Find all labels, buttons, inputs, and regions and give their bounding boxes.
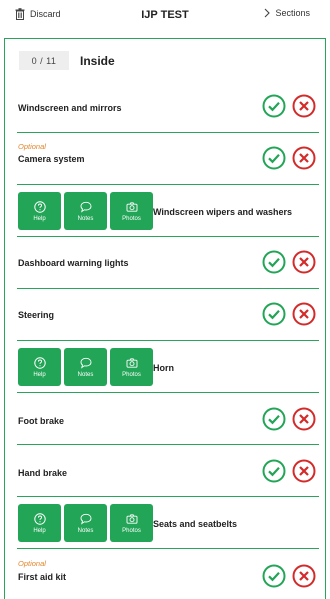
fail-x-icon[interactable] (292, 94, 316, 118)
photos-button[interactable]: Photos (110, 504, 153, 542)
camera-icon (126, 357, 137, 368)
pass-check-icon[interactable] (262, 407, 286, 431)
notes-label: Notes (77, 371, 94, 378)
speech-bubble-icon (80, 513, 91, 525)
pass-check-icon[interactable] (262, 564, 286, 588)
notes-button[interactable]: Notes (64, 348, 107, 386)
fail-x-icon[interactable] (292, 459, 316, 483)
photos-label: Photos (122, 371, 141, 378)
checklist-item: Optional Camera system (5, 133, 327, 185)
item-label: Foot brake (18, 416, 65, 426)
item-label: Steering (18, 310, 55, 320)
help-label: Help (33, 371, 46, 378)
camera-icon (126, 201, 137, 212)
chevron-right-icon (265, 8, 271, 18)
checklist-item: Optional First aid kit (5, 549, 327, 599)
item-label: Horn (153, 363, 174, 373)
item-label: Windscreen wipers and washers (153, 207, 292, 217)
notes-label: Notes (77, 215, 94, 222)
pass-check-icon[interactable] (262, 459, 286, 483)
question-circle-icon (33, 200, 46, 213)
item-label: Windscreen and mirrors (18, 103, 122, 113)
sections-button[interactable]: Sections (264, 8, 310, 18)
question-circle-icon (33, 356, 46, 369)
top-bar: Discard IJP TEST Sections (0, 0, 330, 32)
checklist-item-expanded: Help Notes Photos Windscreen wipers and … (5, 185, 327, 237)
help-button[interactable]: Help (18, 348, 61, 386)
progress-counter: 0 / 11 (19, 51, 69, 70)
pass-check-icon[interactable] (262, 94, 286, 118)
photos-label: Photos (122, 215, 141, 222)
pass-check-icon[interactable] (262, 250, 286, 274)
speech-bubble-icon (80, 357, 91, 369)
section-header: 0 / 11 Inside (19, 51, 115, 70)
notes-button[interactable]: Notes (64, 192, 107, 230)
sections-label: Sections (275, 8, 310, 18)
item-label: Hand brake (18, 468, 68, 478)
trash-icon (15, 8, 25, 20)
fail-x-icon[interactable] (292, 564, 316, 588)
checklist-item-expanded: Help Notes Photos Horn (5, 341, 327, 393)
help-label: Help (33, 527, 46, 534)
checklist-item: Foot brake (5, 393, 327, 445)
tool-buttons: Help Notes Photos (18, 192, 153, 230)
tool-buttons: Help Notes Photos (18, 504, 153, 542)
speech-bubble-icon (80, 201, 91, 213)
item-label: Camera system (18, 154, 85, 164)
fail-x-icon[interactable] (292, 250, 316, 274)
checklist-item: Windscreen and mirrors (5, 81, 327, 133)
fail-x-icon[interactable] (292, 407, 316, 431)
checklist-card: 0 / 11 Inside Windscreen and mirrors Opt… (4, 38, 326, 599)
notes-label: Notes (77, 527, 94, 534)
item-label: Seats and seatbelts (153, 519, 238, 529)
camera-icon (126, 513, 137, 524)
optional-tag: Optional (18, 142, 46, 151)
checklist-item: Hand brake (5, 445, 327, 497)
fail-x-icon[interactable] (292, 146, 316, 170)
discard-button[interactable]: Discard (15, 8, 61, 20)
checklist-item-expanded: Help Notes Photos Seats and seatbelts (5, 497, 327, 549)
fail-x-icon[interactable] (292, 302, 316, 326)
checklist-item: Dashboard warning lights (5, 237, 327, 289)
pass-check-icon[interactable] (262, 302, 286, 326)
question-circle-icon (33, 512, 46, 525)
discard-label: Discard (30, 9, 61, 19)
help-label: Help (33, 215, 46, 222)
photos-button[interactable]: Photos (110, 348, 153, 386)
notes-button[interactable]: Notes (64, 504, 107, 542)
item-label: Dashboard warning lights (18, 258, 129, 268)
item-label: First aid kit (18, 572, 67, 582)
help-button[interactable]: Help (18, 504, 61, 542)
checklist-item: Steering (5, 289, 327, 341)
help-button[interactable]: Help (18, 192, 61, 230)
pass-check-icon[interactable] (262, 146, 286, 170)
photos-button[interactable]: Photos (110, 192, 153, 230)
optional-tag: Optional (18, 559, 46, 568)
tool-buttons: Help Notes Photos (18, 348, 153, 386)
section-title: Inside (80, 53, 115, 68)
photos-label: Photos (122, 527, 141, 534)
